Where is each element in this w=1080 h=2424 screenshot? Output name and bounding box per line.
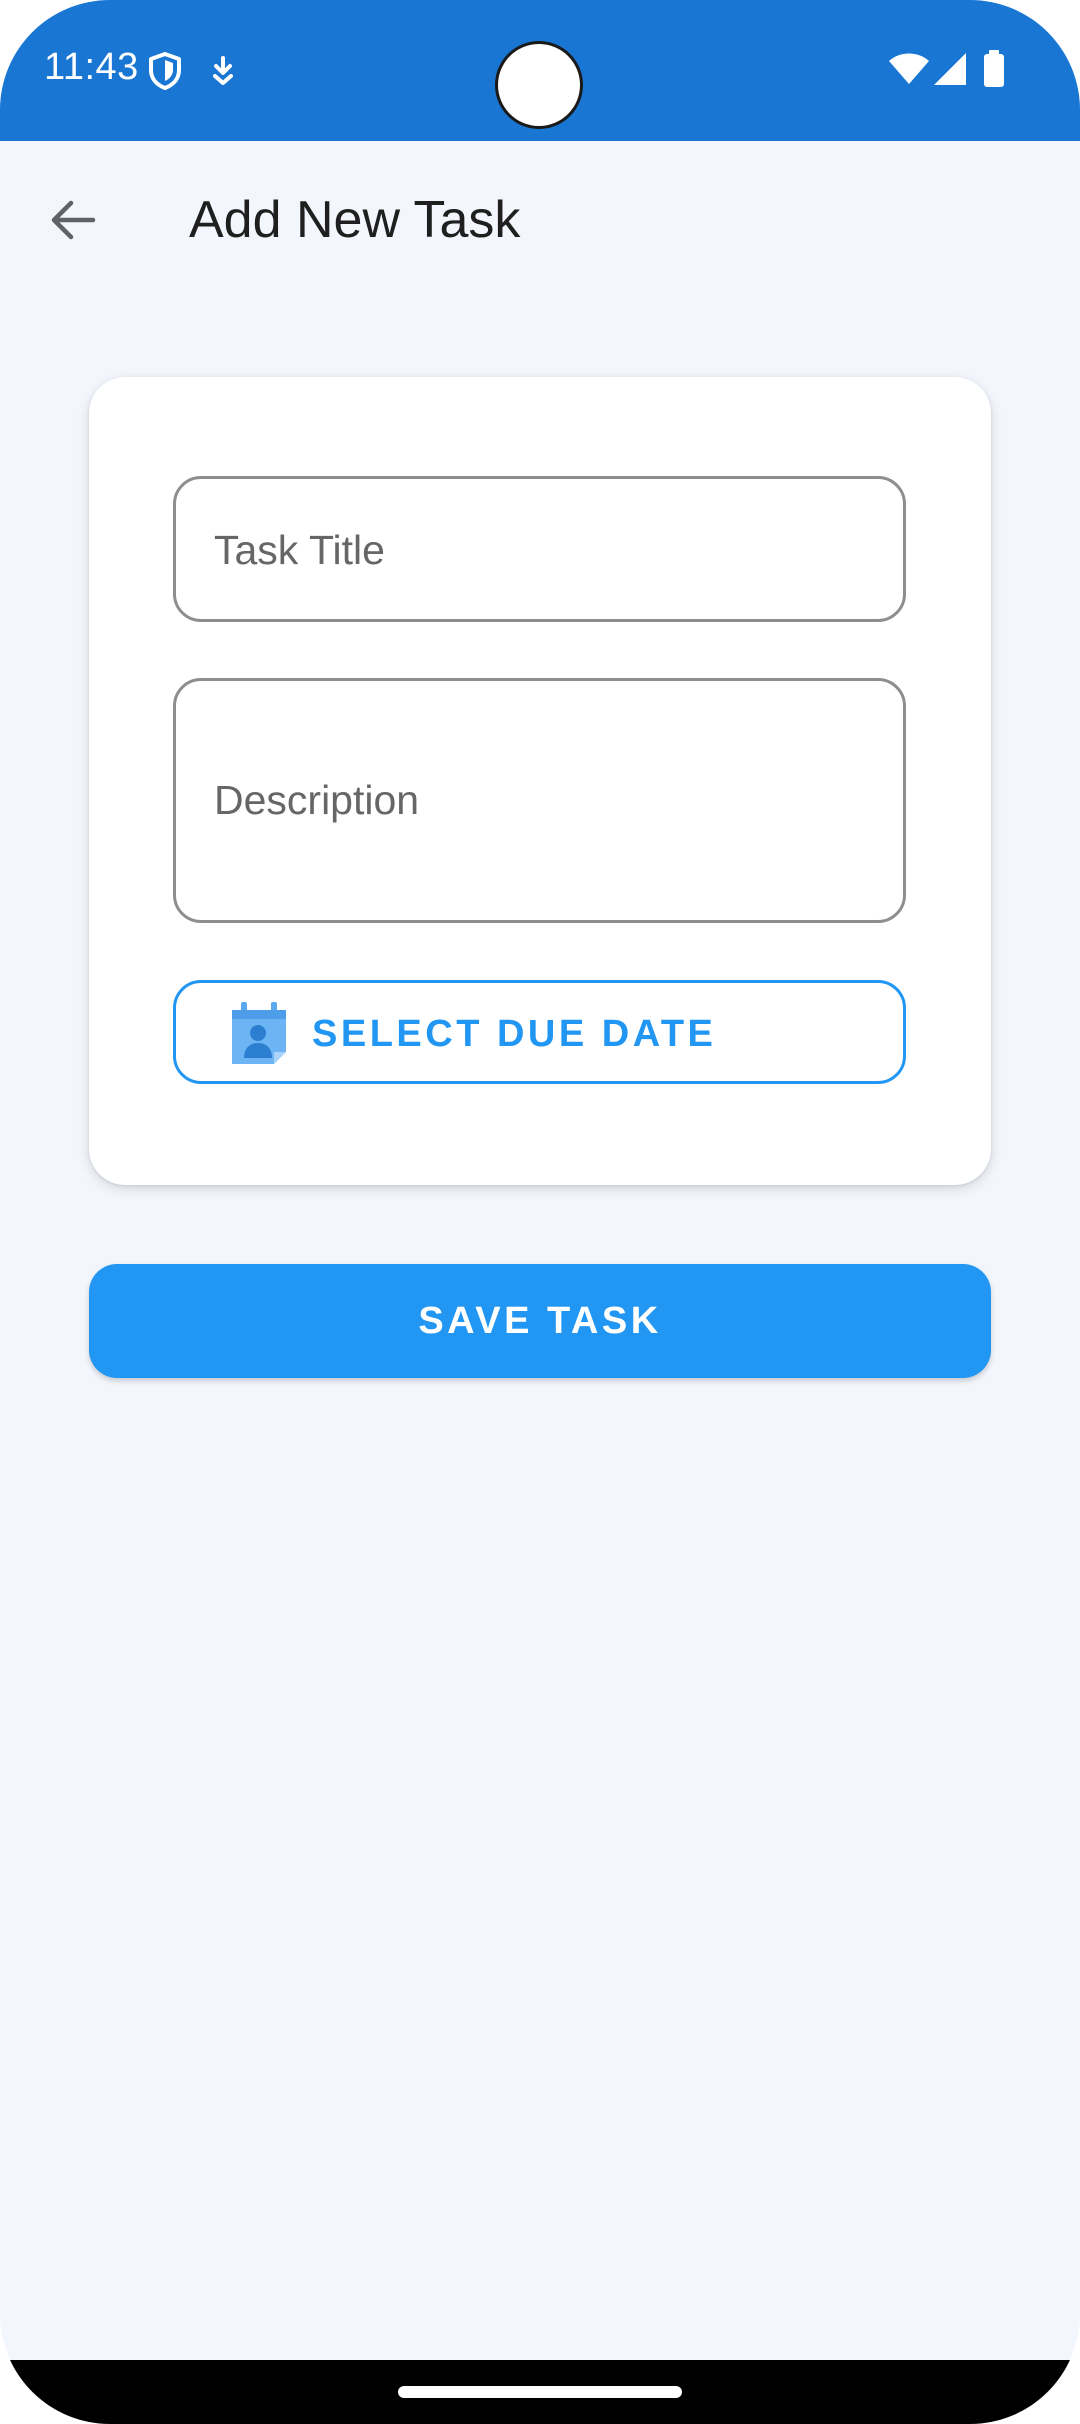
app-bar: Add New Task <box>0 141 1080 291</box>
battery-icon <box>984 50 1004 87</box>
system-nav-bar <box>0 2360 1080 2424</box>
save-task-label: SAVE TASK <box>418 1299 662 1342</box>
back-button[interactable] <box>30 177 116 263</box>
save-task-button[interactable]: SAVE TASK <box>89 1264 991 1378</box>
task-title-field[interactable] <box>173 476 906 622</box>
page-title: Add New Task <box>189 191 521 249</box>
status-bar: 11:43 <box>0 0 1080 141</box>
signal-icon <box>934 53 966 85</box>
status-time: 11:43 <box>44 46 139 88</box>
wifi-icon <box>889 53 929 84</box>
task-form-card: SELECT DUE DATE <box>89 377 991 1185</box>
home-indicator[interactable] <box>398 2386 682 2398</box>
front-camera <box>498 44 580 126</box>
download-icon <box>213 56 233 85</box>
calendar-person-icon <box>232 1002 286 1064</box>
select-due-date-button[interactable]: SELECT DUE DATE <box>173 980 906 1084</box>
app-screen: 11:43 Add New Task Task Title Descriptio… <box>0 0 1080 2424</box>
description-input[interactable] <box>214 777 873 827</box>
description-field[interactable] <box>173 678 906 923</box>
select-due-date-label: SELECT DUE DATE <box>312 1013 717 1055</box>
arrow-back-icon <box>51 200 96 240</box>
task-title-input[interactable] <box>214 525 873 575</box>
shield-icon <box>149 52 181 90</box>
